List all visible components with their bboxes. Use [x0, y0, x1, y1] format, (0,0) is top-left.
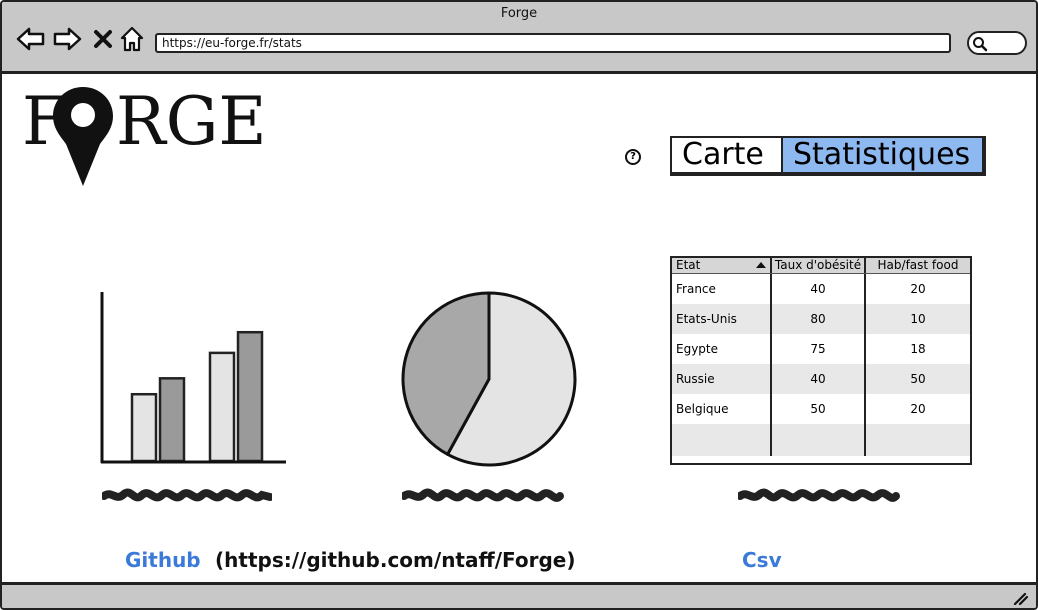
table-cell-etat: Egypte — [672, 334, 772, 364]
browser-search-field[interactable] — [967, 31, 1027, 55]
arrow-left-icon — [16, 27, 45, 51]
home-icon — [120, 26, 144, 52]
browser-statusbar — [2, 582, 1036, 608]
table-cell-hab: 20 — [910, 402, 926, 416]
column-header-hab-fast-food[interactable]: Hab/fast food — [866, 258, 970, 273]
back-button[interactable] — [16, 24, 46, 54]
tab-statistiques[interactable]: Statistiques — [783, 138, 982, 172]
table-cell-etat: Russie — [672, 364, 772, 394]
table-cell-taux: 80 — [772, 304, 866, 334]
table-row[interactable]: Egypte 75 18 — [672, 334, 970, 364]
column-header-etat[interactable]: Etat — [672, 258, 772, 273]
help-icon[interactable]: ? — [625, 149, 641, 165]
arrow-right-icon — [53, 27, 82, 51]
tab-carte[interactable]: Carte — [672, 138, 783, 172]
csv-link[interactable]: Csv — [742, 548, 782, 572]
sort-ascending-icon — [756, 262, 766, 268]
bar — [236, 330, 264, 463]
table-row[interactable]: France 40 20 — [672, 274, 970, 304]
table-cell-etat: Etats-Unis — [672, 304, 772, 334]
resize-grip-icon[interactable] — [1012, 591, 1028, 605]
logo-letters-rge: RGE — [116, 84, 267, 160]
stop-button[interactable] — [88, 24, 118, 54]
table-row-empty — [672, 424, 970, 456]
pie-chart-caption-placeholder — [402, 488, 564, 502]
pie-chart — [401, 291, 577, 467]
table-header: Etat Taux d'obésité Hab/fast food — [672, 258, 970, 274]
bar — [158, 377, 186, 463]
map-pin-icon — [53, 87, 113, 186]
window-title: Forge — [500, 6, 538, 21]
table-cell-etat: France — [672, 274, 772, 304]
table-cell-hab: 10 — [910, 312, 926, 326]
github-url-text: (https://github.com/ntaff/Forge) — [215, 548, 576, 572]
table-caption-placeholder — [738, 488, 900, 502]
table-cell-taux: 40 — [772, 364, 866, 394]
github-link[interactable]: Github — [125, 548, 201, 572]
table-cell-hab: 18 — [910, 342, 926, 356]
table-cell-etat: Belgique — [672, 394, 772, 424]
address-bar[interactable]: https://eu-forge.fr/stats — [155, 33, 951, 53]
bar — [208, 351, 236, 463]
table-cell-taux: 40 — [772, 274, 866, 304]
column-header-label: Etat — [676, 258, 701, 272]
footer-links: Github (https://github.com/ntaff/Forge) … — [2, 548, 1036, 574]
home-button[interactable] — [117, 24, 147, 54]
table-row[interactable]: Russie 40 50 — [672, 364, 970, 394]
table-row[interactable]: Belgique 50 20 — [672, 394, 970, 424]
table-cell-taux: 75 — [772, 334, 866, 364]
bar — [130, 392, 158, 463]
browser-window: Forge https://eu-forge.fr/stats F RGE ? … — [0, 0, 1038, 610]
browser-titlebar: Forge https://eu-forge.fr/stats — [2, 2, 1036, 74]
forward-button[interactable] — [52, 24, 82, 54]
bar-chart-caption-placeholder — [102, 488, 272, 502]
table-cell-taux: 50 — [772, 394, 866, 424]
close-icon — [94, 30, 112, 48]
search-icon — [973, 37, 988, 52]
view-tabs: Carte Statistiques — [670, 136, 986, 176]
forge-logo: F RGE — [22, 84, 267, 186]
table-row[interactable]: Etats-Unis 80 10 — [672, 304, 970, 334]
column-header-taux-obesite[interactable]: Taux d'obésité — [772, 258, 866, 273]
bar-chart — [100, 292, 286, 464]
table-cell-hab: 50 — [910, 372, 926, 386]
table-cell-hab: 20 — [910, 282, 926, 296]
stats-table: Etat Taux d'obésité Hab/fast food France… — [670, 256, 972, 465]
